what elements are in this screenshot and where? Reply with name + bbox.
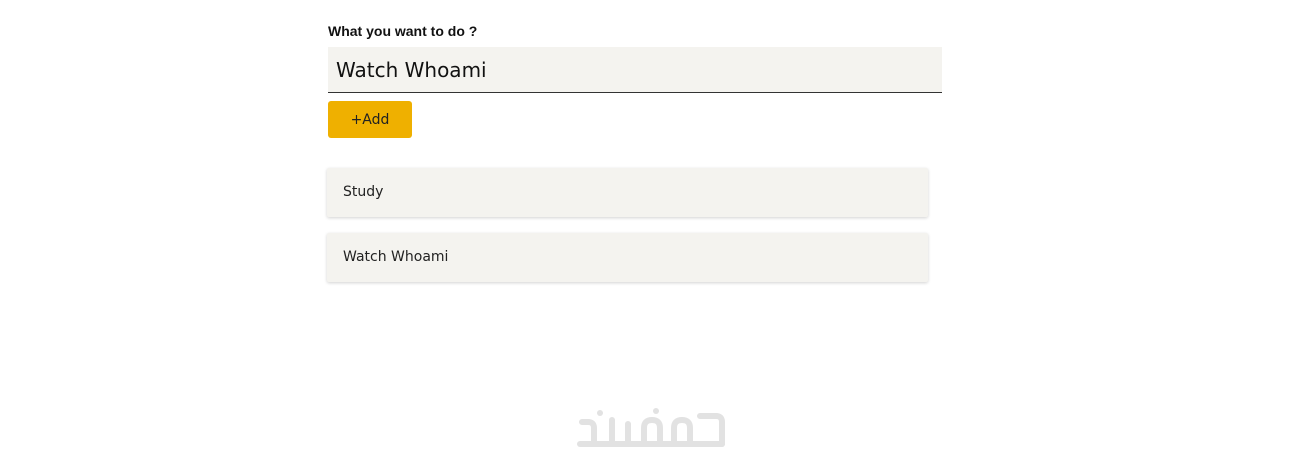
todo-item[interactable]: Study [327, 168, 928, 217]
task-input[interactable] [328, 47, 942, 93]
add-button[interactable]: +Add [328, 101, 412, 138]
watermark-logo [577, 408, 725, 447]
task-prompt-label: What you want to do ? [328, 23, 478, 39]
todo-item[interactable]: Watch Whoami [327, 233, 928, 282]
todo-page: What you want to do ? +Add Study Watch W… [0, 0, 1304, 460]
todo-list: Study Watch Whoami [327, 168, 928, 298]
add-task-form: What you want to do ? +Add [328, 21, 942, 138]
